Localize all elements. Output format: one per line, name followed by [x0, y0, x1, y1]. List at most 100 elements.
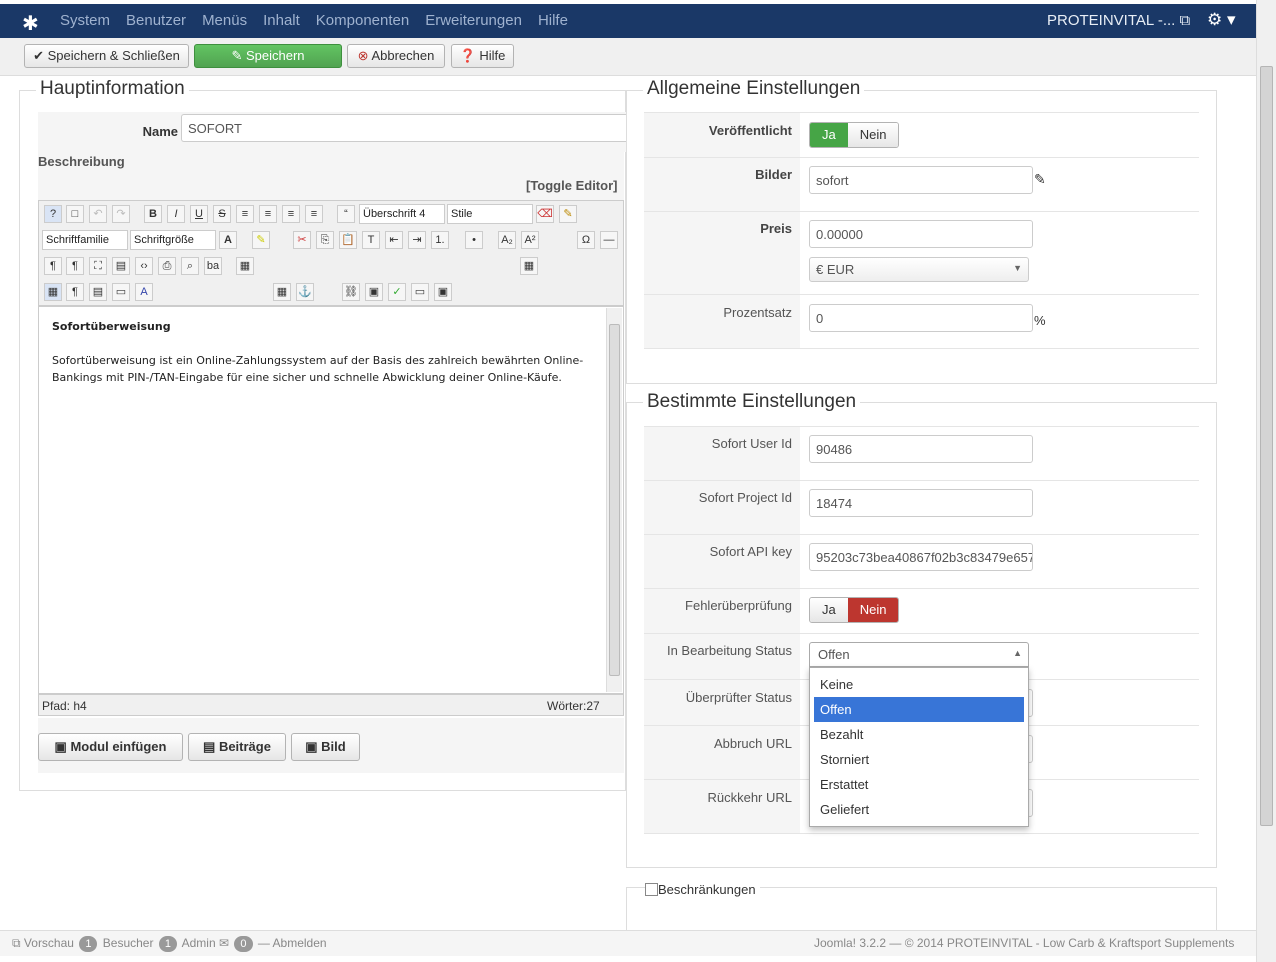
eraser-icon[interactable]: ⌫	[536, 205, 554, 223]
cancel-button[interactable]: ⊗ Abbrechen	[347, 44, 445, 68]
option-open[interactable]: Offen	[814, 697, 1024, 722]
preview-link[interactable]: Vorschau	[24, 936, 74, 950]
error-check-toggle[interactable]: Ja Nein	[809, 597, 900, 623]
subscript-icon[interactable]: A₂	[498, 231, 516, 249]
bold-icon[interactable]: B	[144, 205, 162, 223]
styles-icon[interactable]: A	[135, 283, 153, 301]
bullet-list-icon[interactable]: •	[465, 231, 483, 249]
messages-badge[interactable]: 0	[234, 936, 253, 952]
insert-date-icon[interactable]: ▦	[273, 283, 291, 301]
option-refunded[interactable]: Erstattet	[810, 772, 1028, 797]
toggle-editor-link[interactable]: [Toggle Editor]	[526, 178, 617, 193]
cleanup-icon[interactable]: ✎	[559, 205, 577, 223]
menu-item-extensions[interactable]: Erweiterungen	[425, 12, 522, 29]
logout-link[interactable]: Abmelden	[273, 936, 327, 950]
percent-input[interactable]: 0	[809, 304, 1033, 332]
align-justify-icon[interactable]: ≡	[236, 205, 254, 223]
price-input[interactable]: 0.00000	[809, 220, 1033, 248]
blockquote-icon[interactable]: “	[337, 205, 355, 223]
published-yes[interactable]: Ja	[810, 123, 848, 147]
italic-icon[interactable]: I	[167, 205, 185, 223]
replace-icon[interactable]: ba	[204, 257, 222, 275]
envelope-icon[interactable]: ✉	[219, 936, 229, 950]
code-icon[interactable]: ‹›	[135, 257, 153, 275]
menu-item-users[interactable]: Benutzer	[126, 12, 186, 29]
outdent-icon[interactable]: ⇤	[385, 231, 403, 249]
page-scrollbar[interactable]	[1256, 0, 1276, 962]
joomla-logo-icon[interactable]: ✱	[22, 11, 39, 36]
indent-icon[interactable]: ⇥	[408, 231, 426, 249]
anchor-icon[interactable]: ⚓	[296, 283, 314, 301]
insert-file-icon[interactable]: ▤	[89, 283, 107, 301]
option-delivered[interactable]: Geliefert	[810, 797, 1028, 822]
project-id-input[interactable]: 18474	[809, 489, 1033, 517]
font-size-select[interactable]: Schriftgröße	[130, 230, 216, 250]
menu-item-menus[interactable]: Menüs	[202, 12, 247, 29]
articles-button[interactable]: ▤ Beiträge	[188, 733, 286, 761]
save-button[interactable]: ✎ Speichern	[194, 44, 342, 68]
images-input[interactable]: sofort	[809, 166, 1033, 194]
undo-icon[interactable]: ↶	[89, 205, 107, 223]
copy-icon[interactable]: ⎘	[316, 231, 334, 249]
align-right-icon[interactable]: ≡	[305, 205, 323, 223]
gear-icon[interactable]: ⚙ ▾	[1207, 10, 1236, 30]
help-button[interactable]: ❓ Hilfe	[451, 44, 514, 68]
template-icon[interactable]: ▤	[112, 257, 130, 275]
save-close-button[interactable]: ✔ Speichern & Schließen	[24, 44, 189, 68]
user-id-input[interactable]: 90486	[809, 435, 1033, 463]
site-link[interactable]: PROTEINVITAL -... ⧉	[1047, 12, 1190, 29]
redo-icon[interactable]: ↷	[112, 205, 130, 223]
fullscreen-icon[interactable]: ⛶	[89, 257, 107, 275]
paste-text-icon[interactable]: T	[362, 231, 380, 249]
processing-status-dropdown[interactable]: Keine Offen Bezahlt Storniert Erstattet …	[809, 667, 1029, 827]
text-color-icon[interactable]: A	[219, 231, 237, 249]
restrictions-checkbox[interactable]	[645, 883, 658, 897]
spellcheck-icon[interactable]: ✓	[388, 283, 406, 301]
print-icon[interactable]: ⎙	[158, 257, 176, 275]
insert-module-button[interactable]: ▣ Modul einfügen	[38, 733, 183, 761]
pencil-icon[interactable]: ✎	[1034, 171, 1046, 188]
format-select[interactable]: Überschrift 4	[359, 204, 445, 224]
style-select[interactable]: Stile	[447, 204, 533, 224]
link-icon[interactable]: ⛓	[342, 283, 360, 301]
special-char-icon[interactable]: Ω	[577, 231, 595, 249]
menu-item-system[interactable]: System	[60, 12, 110, 29]
option-paid[interactable]: Bezahlt	[810, 722, 1028, 747]
image-button[interactable]: ▣ Bild	[291, 733, 360, 761]
name-input[interactable]: SOFORT	[181, 114, 626, 142]
media-icon[interactable]: ▣	[434, 283, 452, 301]
insert-layer-icon[interactable]: ▭	[112, 283, 130, 301]
strikethrough-icon[interactable]: S	[213, 205, 231, 223]
menu-item-help[interactable]: Hilfe	[538, 12, 568, 29]
font-family-select[interactable]: Schriftfamilie	[42, 230, 128, 250]
processing-status-select[interactable]: Offen ▲	[809, 642, 1029, 667]
highlight-icon[interactable]: ✎	[252, 231, 270, 249]
align-center-icon[interactable]: ≡	[259, 205, 277, 223]
align-left-icon[interactable]: ≡	[282, 205, 300, 223]
pilcrow-icon[interactable]: ¶	[66, 283, 84, 301]
horizontal-rule-icon[interactable]: —	[600, 231, 618, 249]
option-none[interactable]: Keine	[810, 672, 1028, 697]
cut-icon[interactable]: ✂	[293, 231, 311, 249]
numbered-list-icon[interactable]: 1.	[431, 231, 449, 249]
error-check-yes[interactable]: Ja	[810, 598, 848, 622]
option-cancelled[interactable]: Storniert	[810, 747, 1028, 772]
help-icon[interactable]: ?	[44, 205, 62, 223]
currency-select[interactable]: € EUR ▼	[809, 257, 1029, 282]
menu-item-components[interactable]: Komponenten	[316, 12, 409, 29]
menu-item-content[interactable]: Inhalt	[263, 12, 300, 29]
grid-icon[interactable]: ▦	[520, 257, 538, 275]
error-check-no[interactable]: Nein	[847, 598, 899, 622]
ltr-icon[interactable]: ¶	[44, 257, 62, 275]
page-break-icon[interactable]: ▭	[411, 283, 429, 301]
find-icon[interactable]: ⌕	[181, 257, 199, 275]
rtl-icon[interactable]: ¶	[66, 257, 84, 275]
table-icon[interactable]: ▦	[236, 257, 254, 275]
published-no[interactable]: Nein	[847, 123, 899, 147]
paste-icon[interactable]: 📋	[339, 231, 357, 249]
new-document-icon[interactable]: □	[66, 205, 84, 223]
visual-aid-icon[interactable]: ▦	[44, 283, 62, 301]
api-key-input[interactable]: 95203c73bea40867f02b3c83479e657	[809, 543, 1033, 571]
underline-icon[interactable]: U	[190, 205, 208, 223]
superscript-icon[interactable]: A²	[521, 231, 539, 249]
